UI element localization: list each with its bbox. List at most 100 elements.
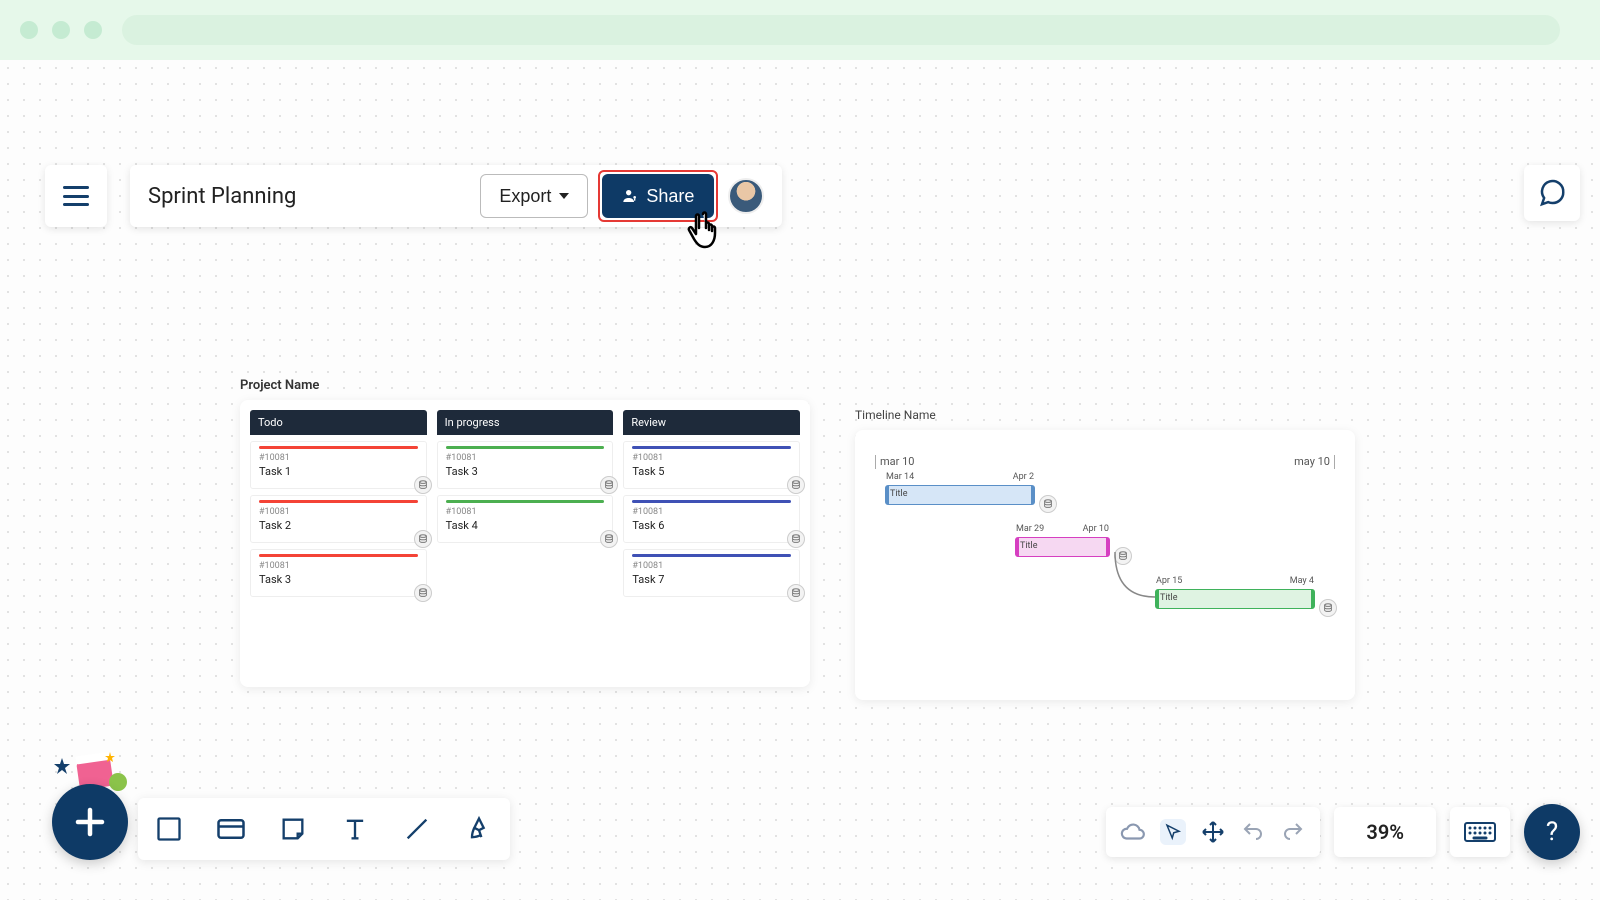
- bar-title: Title: [886, 486, 1034, 502]
- redo-icon: [1281, 820, 1305, 844]
- card-id: #10081: [632, 453, 791, 463]
- card-tool[interactable]: [214, 812, 248, 846]
- cloud-icon: [1120, 818, 1146, 846]
- add-fab-button[interactable]: [52, 784, 128, 860]
- main-menu-button[interactable]: [45, 165, 107, 227]
- window-traffic-lights: [20, 21, 102, 39]
- document-title[interactable]: Sprint Planning: [148, 184, 296, 209]
- cursor-icon: [1164, 820, 1182, 844]
- card-name: Task 7: [632, 573, 791, 586]
- tool-dock: [138, 798, 510, 860]
- axis-end-label: may 10: [1294, 455, 1330, 468]
- kanban-card[interactable]: #10081 Task 5: [623, 441, 800, 489]
- card-id: #10081: [259, 453, 418, 463]
- card-icon: [216, 814, 246, 844]
- chat-bubble-icon: [1537, 178, 1567, 208]
- cursor-hand-icon: [685, 208, 735, 264]
- database-icon[interactable]: [414, 476, 432, 494]
- database-icon[interactable]: [600, 476, 618, 494]
- kanban-card[interactable]: #10081 Task 4: [437, 495, 614, 543]
- card-id: #10081: [259, 507, 418, 517]
- pan-tool[interactable]: [1200, 819, 1226, 845]
- bottom-right-controls: 39% ?: [1106, 804, 1580, 860]
- database-icon[interactable]: [787, 584, 805, 602]
- kanban-column[interactable]: Review #10081 Task 5 #10081 Task 6 #10081 Task…: [623, 410, 800, 597]
- card-id: #10081: [632, 561, 791, 571]
- database-icon[interactable]: [414, 584, 432, 602]
- export-button[interactable]: Export: [480, 174, 588, 218]
- card-name: Task 6: [632, 519, 791, 532]
- card-id: #10081: [446, 507, 605, 517]
- kanban-column-header: Review: [623, 410, 800, 435]
- export-label: Export: [499, 186, 551, 207]
- line-tool[interactable]: [400, 812, 434, 846]
- select-tool[interactable]: [1160, 819, 1186, 845]
- hamburger-icon: [63, 186, 89, 206]
- database-icon[interactable]: [787, 530, 805, 548]
- redo-button[interactable]: [1280, 819, 1306, 845]
- kanban-board[interactable]: Project Name Todo#10081Task 1#10081Task …: [240, 400, 810, 687]
- database-icon[interactable]: [600, 530, 618, 548]
- url-bar[interactable]: [122, 15, 1560, 45]
- kanban-title: Project Name: [240, 378, 319, 393]
- whiteboard-canvas[interactable]: Sprint Planning Export Share Project Nam…: [0, 60, 1600, 900]
- pen-tool[interactable]: [462, 812, 496, 846]
- database-icon[interactable]: [414, 530, 432, 548]
- bar-start-label: Mar 29: [1016, 524, 1044, 534]
- timeline-bar[interactable]: Mar 29Apr 10Title: [1015, 537, 1110, 557]
- browser-chrome-bar: [0, 0, 1600, 60]
- cloud-sync-button[interactable]: [1120, 819, 1146, 845]
- square-icon: [155, 815, 183, 843]
- card-id: #10081: [632, 507, 791, 517]
- card-name: Task 3: [259, 573, 418, 586]
- bar-title: Title: [1016, 538, 1109, 554]
- database-icon[interactable]: [787, 476, 805, 494]
- bar-end-label: Apr 2: [1013, 472, 1034, 482]
- line-icon: [403, 815, 431, 843]
- timeline-panel[interactable]: Timeline Name mar 10 may 10 Mar 14Apr 2T…: [855, 430, 1355, 700]
- kanban-column[interactable]: In progress #10081 Task 3 #10081 Task 4: [437, 410, 614, 597]
- plus-icon: [72, 804, 108, 840]
- kanban-card[interactable]: #10081 Task 7: [623, 549, 800, 597]
- text-icon: [341, 815, 369, 843]
- sticky-note-tool[interactable]: [276, 812, 310, 846]
- text-tool[interactable]: [338, 812, 372, 846]
- undo-button[interactable]: [1240, 819, 1266, 845]
- axis-start-label: mar 10: [880, 455, 914, 468]
- timeline-title: Timeline Name: [855, 408, 936, 422]
- bar-end-label: May 4: [1290, 576, 1314, 586]
- card-name: Task 5: [632, 465, 791, 478]
- chevron-down-icon: [559, 193, 569, 199]
- move-icon: [1201, 820, 1225, 844]
- database-icon[interactable]: [1039, 495, 1057, 513]
- timeline-connector: [1110, 547, 1170, 617]
- timeline-bar[interactable]: Mar 14Apr 2Title: [885, 485, 1035, 505]
- kanban-card[interactable]: #10081Task 3: [250, 549, 427, 597]
- card-name: Task 1: [259, 465, 418, 478]
- comments-button[interactable]: [1524, 165, 1580, 221]
- keyboard-button[interactable]: [1450, 807, 1510, 857]
- card-name: Task 4: [446, 519, 605, 532]
- help-button[interactable]: ?: [1524, 804, 1580, 860]
- question-icon: ?: [1546, 817, 1558, 847]
- shape-tool[interactable]: [152, 812, 186, 846]
- pen-icon: [465, 815, 493, 843]
- database-icon[interactable]: [1319, 599, 1337, 617]
- bar-end-label: Apr 10: [1083, 524, 1109, 534]
- zoom-value: 39%: [1348, 820, 1422, 844]
- sticky-note-icon: [279, 815, 307, 843]
- kanban-card[interactable]: #10081 Task 3: [437, 441, 614, 489]
- kanban-column-header: Todo: [250, 410, 427, 435]
- timeline-bar[interactable]: Apr 15May 4Title: [1155, 589, 1315, 609]
- card-name: Task 2: [259, 519, 418, 532]
- kanban-column-header: In progress: [437, 410, 614, 435]
- bar-start-label: Mar 14: [886, 472, 914, 482]
- card-name: Task 3: [446, 465, 605, 478]
- undo-icon: [1241, 820, 1265, 844]
- kanban-card[interactable]: #10081 Task 6: [623, 495, 800, 543]
- kanban-card[interactable]: #10081 Task 2: [250, 495, 427, 543]
- kanban-card[interactable]: #10081 Task 1: [250, 441, 427, 489]
- card-id: #10081: [446, 453, 605, 463]
- kanban-column[interactable]: Todo #10081 Task 1 #10081 Task 2 #10081Task 3: [250, 410, 427, 597]
- zoom-control[interactable]: 39%: [1334, 807, 1436, 857]
